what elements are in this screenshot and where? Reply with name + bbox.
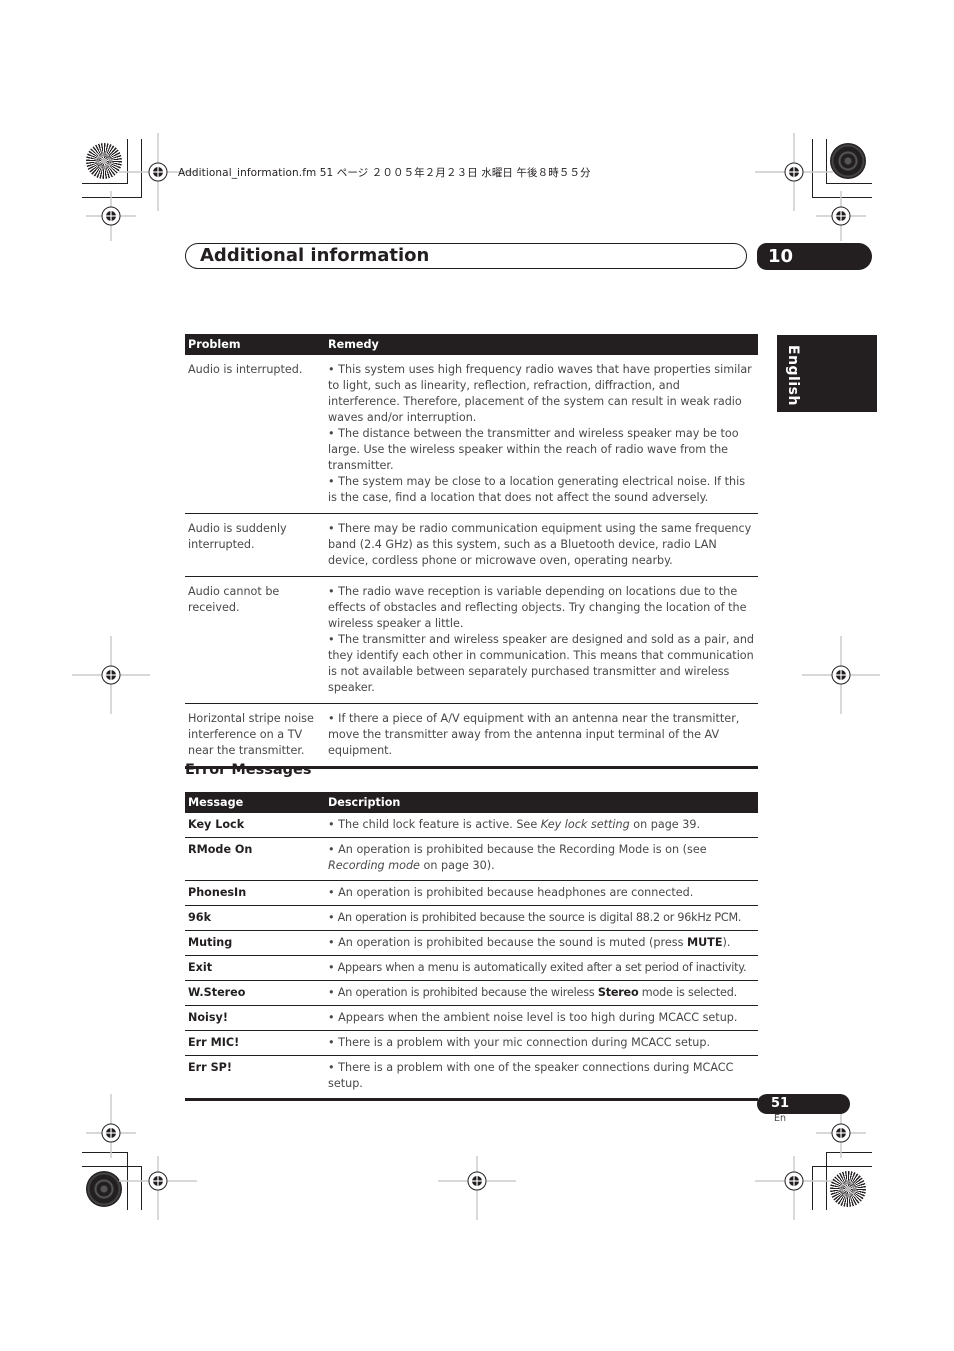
description-cell: An operation is prohibited because the R… (325, 837, 758, 881)
column-header-message: Message (185, 792, 325, 813)
remedy-cell: There may be radio communication equipme… (325, 513, 758, 577)
description-text: An operation is prohibited because the s… (338, 936, 687, 949)
message-cell: PhonesIn (185, 880, 325, 906)
registration-starburst-icon (86, 1171, 122, 1207)
description-cell: There is a problem with one of the speak… (325, 1055, 758, 1101)
message-cell: Noisy! (185, 1005, 325, 1031)
table-row: W.Stereo An operation is prohibited beca… (185, 980, 758, 1006)
remedy-item: The radio wave reception is variable dep… (328, 584, 754, 632)
mode-reference: Stereo (597, 986, 639, 999)
table-row: Key Lock The child lock feature is activ… (185, 813, 758, 838)
page-number: 51 (771, 1096, 790, 1111)
language-tab-label: English (785, 345, 801, 406)
remedy-cell: This system uses high frequency radio wa… (325, 355, 758, 514)
description-text: mode is selected. (638, 986, 737, 999)
problem-cell: Horizontal stripe noise interference on … (185, 703, 325, 769)
cross-reference: Recording mode (328, 859, 420, 872)
description-cell: Appears when a menu is automatically exi… (325, 955, 758, 981)
table-row: Err SP! There is a problem with one of t… (185, 1055, 758, 1101)
registration-crosshair-icon (119, 1156, 197, 1220)
table-row: Exit Appears when a menu is automaticall… (185, 955, 758, 981)
registration-starburst-icon (86, 143, 122, 179)
table-row: Err MIC! There is a problem with your mi… (185, 1030, 758, 1056)
table-header-row: Message Description (185, 792, 758, 813)
registration-crosshair-icon (438, 1156, 516, 1220)
message-cell: Err MIC! (185, 1030, 325, 1056)
table-row: Audio is interrupted. This system uses h… (185, 355, 758, 514)
language-tab: English (777, 335, 877, 412)
table-row: Noisy! Appears when the ambient noise le… (185, 1005, 758, 1031)
remedy-item: If there a piece of A/V equipment with a… (328, 711, 754, 759)
remedy-cell: The radio wave reception is variable dep… (325, 576, 758, 704)
registration-starburst-icon (830, 1171, 866, 1207)
remedy-item: This system uses high frequency radio wa… (328, 362, 754, 426)
chapter-number: 10 (768, 246, 794, 267)
description-cell: An operation is prohibited because headp… (325, 880, 758, 906)
table-row: 96k An operation is prohibited because t… (185, 905, 758, 931)
message-cell: RMode On (185, 837, 325, 881)
message-cell: Key Lock (185, 813, 325, 838)
file-header: Additional_information.fm 51 ページ ２００５年２月… (178, 167, 591, 179)
remedy-cell: If there a piece of A/V equipment with a… (325, 703, 758, 769)
description-cell: An operation is prohibited because the s… (325, 930, 758, 956)
section-heading-error-messages: Error Messages (185, 762, 312, 778)
message-cell: Muting (185, 930, 325, 956)
description-cell: An operation is prohibited because the w… (325, 980, 758, 1006)
message-cell: W.Stereo (185, 980, 325, 1006)
description-text: on page 30). (419, 859, 495, 872)
troubleshooting-table: Problem Remedy Audio is interrupted. Thi… (185, 334, 758, 769)
registration-starburst-icon (830, 143, 866, 179)
registration-crosshair-icon (86, 191, 136, 241)
chapter-title: Additional information (200, 245, 430, 266)
description-text: on page 39. (629, 818, 701, 831)
description-text: An operation is prohibited because the w… (337, 986, 598, 999)
problem-cell: Audio is interrupted. (185, 355, 325, 514)
remedy-item: The system may be close to a location ge… (328, 474, 754, 506)
message-cell: Err SP! (185, 1055, 325, 1101)
problem-cell: Audio cannot be received. (185, 576, 325, 704)
description-cell: Appears when the ambient noise level is … (325, 1005, 758, 1031)
remedy-item: There may be radio communication equipme… (328, 521, 754, 569)
table-row: Horizontal stripe noise interference on … (185, 703, 758, 769)
description-cell: There is a problem with your mic connect… (325, 1030, 758, 1056)
table-row: Audio is suddenly interrupted. There may… (185, 513, 758, 577)
table-row: Muting An operation is prohibited becaus… (185, 930, 758, 956)
description-cell: The child lock feature is active. See Ke… (325, 813, 758, 838)
message-cell: 96k (185, 905, 325, 931)
registration-crosshair-icon (72, 636, 150, 714)
table-row: Audio cannot be received. The radio wave… (185, 576, 758, 704)
page-language-code: En (774, 1113, 787, 1124)
cross-reference: Key lock setting (540, 818, 630, 831)
table-header-row: Problem Remedy (185, 334, 758, 355)
remedy-item: The distance between the transmitter and… (328, 426, 754, 474)
description-text: An operation is prohibited because the R… (338, 843, 707, 856)
remedy-item: The transmitter and wireless speaker are… (328, 632, 754, 696)
description-text: ). (722, 936, 731, 949)
table-row: PhonesIn An operation is prohibited beca… (185, 880, 758, 906)
description-cell: An operation is prohibited because the s… (325, 905, 758, 931)
problem-cell: Audio is suddenly interrupted. (185, 513, 325, 577)
column-header-description: Description (325, 792, 758, 813)
column-header-remedy: Remedy (325, 334, 758, 355)
registration-crosshair-icon (802, 636, 880, 714)
message-cell: Exit (185, 955, 325, 981)
column-header-problem: Problem (185, 334, 325, 355)
table-row: RMode On An operation is prohibited beca… (185, 837, 758, 881)
error-messages-table: Message Description Key Lock The child l… (185, 792, 758, 1101)
button-reference: MUTE (686, 936, 723, 949)
description-text: The child lock feature is active. See (338, 818, 541, 831)
registration-crosshair-icon (755, 1156, 833, 1220)
